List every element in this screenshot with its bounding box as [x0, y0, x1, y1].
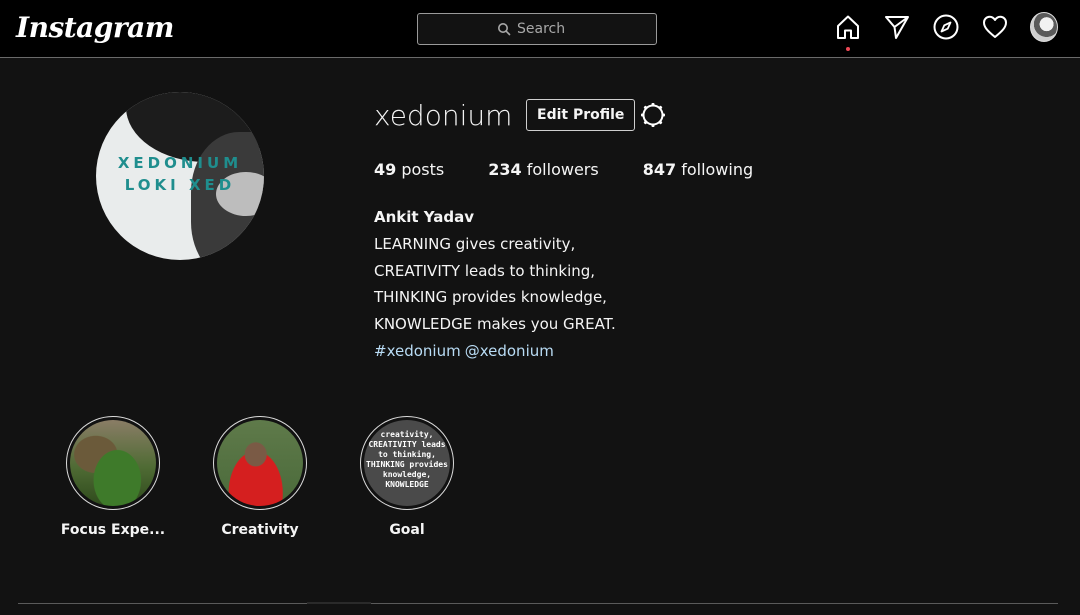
bio-tags: #xedonium @xedonium [374, 338, 616, 365]
edit-profile-button[interactable]: Edit Profile [526, 99, 636, 131]
tabs-divider [18, 603, 1058, 604]
search-box[interactable] [417, 13, 657, 45]
highlight-ring: creativity, CREATIVITY leads to thinking… [360, 416, 454, 510]
highlight-ring [213, 416, 307, 510]
nav-icons [834, 12, 1079, 51]
highlight-image [70, 420, 156, 506]
mention-link[interactable]: @xedonium [465, 342, 554, 360]
stat-followers[interactable]: 234 followers [488, 158, 598, 182]
bio-line: THINKING provides knowledge, [374, 288, 607, 307]
profile-picture[interactable]: XEDONIUM LOKI XED [96, 92, 264, 260]
full-name: Ankit Yadav [374, 208, 475, 226]
highlight-image: creativity, CREATIVITY leads to thinking… [364, 420, 450, 506]
profile-picture-text-line1: XEDONIUM [117, 154, 243, 172]
highlight-image [217, 420, 303, 506]
highlight-label: Creativity [221, 522, 299, 538]
highlight-focus[interactable]: Focus Expe... [53, 416, 173, 538]
avatar [1030, 12, 1058, 42]
top-navigation-bar: Instagram [0, 0, 1080, 58]
instagram-logo[interactable]: Instagram [16, 10, 174, 46]
profile-bio: Ankit Yadav LEARNING gives creativity, C… [374, 204, 616, 365]
profile-picture-text-line2: LOKI XED [124, 176, 236, 194]
active-tab-indicator [307, 602, 371, 604]
hashtag-link[interactable]: #xedonium [374, 342, 461, 360]
home-icon[interactable] [834, 13, 862, 51]
notification-dot [846, 47, 850, 51]
highlight-goal[interactable]: creativity, CREATIVITY leads to thinking… [347, 416, 467, 538]
bio-line: CREATIVITY leads to thinking, [374, 261, 596, 280]
profile-username: xedonium [374, 99, 513, 132]
settings-gear-icon[interactable] [638, 100, 668, 130]
search-input[interactable] [517, 21, 577, 37]
search-icon [497, 22, 511, 36]
highlight-creativity[interactable]: Creativity [200, 416, 320, 538]
highlight-label: Goal [389, 522, 425, 538]
profile-stats: 49 posts 234 followers 847 following [374, 158, 797, 182]
explore-compass-icon[interactable] [932, 13, 960, 41]
activity-heart-icon[interactable] [981, 13, 1009, 41]
highlight-ring [66, 416, 160, 510]
stat-posts[interactable]: 49 posts [374, 158, 444, 182]
bio-line: LEARNING gives creativity, [374, 234, 576, 253]
stat-following[interactable]: 847 following [643, 158, 753, 182]
highlight-label: Focus Expe... [60, 522, 166, 538]
profile-avatar-nav[interactable] [1030, 12, 1058, 42]
direct-message-icon[interactable] [883, 13, 911, 41]
bio-line: KNOWLEDGE makes you GREAT. [374, 315, 616, 334]
